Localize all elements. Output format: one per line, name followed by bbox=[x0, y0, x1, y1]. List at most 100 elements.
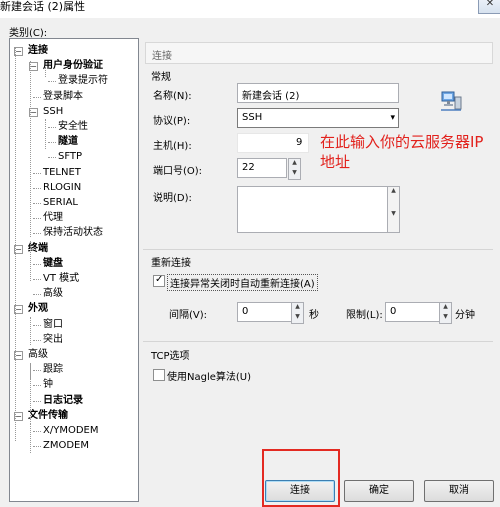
tree-connector bbox=[33, 96, 41, 98]
name-field[interactable]: 新建会话 (2) bbox=[237, 83, 399, 103]
chevron-down-icon: ▾ bbox=[390, 113, 395, 123]
tree-connector bbox=[33, 187, 41, 189]
tree-item[interactable]: 登录脚本 bbox=[43, 90, 83, 104]
protocol-value: SSH bbox=[242, 112, 263, 123]
reconnect-divider bbox=[143, 249, 493, 250]
tree-item[interactable]: VT 模式 bbox=[43, 272, 79, 286]
tcp-divider bbox=[143, 341, 493, 342]
scroll-down-icon[interactable]: ▼ bbox=[388, 210, 399, 233]
tree-item[interactable]: 日志记录 bbox=[43, 394, 83, 408]
tree-connector bbox=[33, 431, 41, 432]
protocol-select[interactable]: SSH ▾ bbox=[237, 108, 399, 128]
tcp-group-title: TCP选项 bbox=[151, 351, 190, 362]
tree-item[interactable]: 隧道 bbox=[58, 135, 78, 149]
name-value: 新建会话 (2) bbox=[242, 91, 300, 102]
cancel-button[interactable]: 取消 bbox=[424, 480, 494, 502]
host-label: 主机(H): bbox=[153, 141, 192, 152]
tree-item[interactable]: RLOGIN bbox=[43, 181, 81, 195]
connect-button[interactable]: 连接 bbox=[265, 480, 335, 502]
checkmark-icon: ✓ bbox=[155, 274, 164, 285]
tree-item[interactable]: 保持活动状态 bbox=[43, 226, 103, 240]
description-field[interactable] bbox=[237, 186, 389, 233]
tree-item[interactable]: 高级 bbox=[43, 287, 63, 301]
tree-item[interactable]: 安全性 bbox=[58, 120, 88, 134]
tree-item[interactable]: 终端 bbox=[28, 242, 48, 256]
limit-value: 0 bbox=[390, 306, 397, 317]
tree-item[interactable]: 窗口 bbox=[43, 318, 63, 332]
tree-connector bbox=[33, 172, 41, 174]
tree-connector bbox=[30, 364, 31, 424]
tree-item[interactable]: 文件传输 bbox=[28, 409, 68, 423]
interval-label: 间隔(V): bbox=[169, 310, 208, 321]
reconnect-group-title: 重新连接 bbox=[151, 258, 191, 269]
tree-connector bbox=[33, 385, 41, 387]
tree-item[interactable]: X/YMODEM bbox=[43, 424, 98, 438]
stepper-down-icon[interactable]: ▼ bbox=[440, 313, 451, 323]
tree-item[interactable]: 登录提示符 bbox=[58, 74, 108, 88]
port-stepper[interactable]: ▲ ▼ bbox=[288, 158, 301, 180]
port-label: 端口号(O): bbox=[153, 166, 203, 177]
tree-item[interactable]: SFTP bbox=[58, 150, 82, 164]
tree-item[interactable]: SERIAL bbox=[43, 196, 78, 210]
title-bar: 新建会话 (2)属性 ✕ bbox=[0, 0, 500, 18]
tree-connector bbox=[33, 324, 41, 326]
tree-item[interactable]: 钟 bbox=[43, 378, 53, 392]
stepper-up-icon[interactable]: ▲ bbox=[289, 159, 300, 169]
tree-connector bbox=[15, 47, 16, 441]
settings-pane: 连接 常规 名称(N): 新建会话 (2) 协议(P): SSH ▾ 主机(H)… bbox=[143, 38, 495, 500]
scroll-up-icon[interactable]: ▲ bbox=[388, 187, 399, 210]
stepper-up-icon[interactable]: ▲ bbox=[292, 303, 303, 313]
tree-connector bbox=[48, 142, 56, 144]
description-label: 说明(D): bbox=[153, 193, 192, 204]
tree-item[interactable]: TELNET bbox=[43, 166, 81, 180]
interval-field[interactable]: 0 bbox=[237, 302, 294, 322]
tree-connector bbox=[48, 81, 56, 83]
stepper-down-icon[interactable]: ▼ bbox=[292, 313, 303, 323]
category-label: 类别(C): bbox=[9, 28, 48, 39]
tree-item[interactable]: 用户身份验证 bbox=[43, 59, 103, 73]
limit-field[interactable]: 0 bbox=[385, 302, 442, 322]
tree-item[interactable]: 代理 bbox=[43, 211, 63, 225]
limit-stepper[interactable]: ▲ ▼ bbox=[439, 302, 452, 324]
description-scrollbar[interactable]: ▲ ▼ bbox=[387, 186, 400, 233]
tree-connector bbox=[33, 446, 41, 448]
tree-connector bbox=[33, 218, 41, 220]
tree-connector bbox=[45, 119, 46, 149]
limit-unit: 分钟 bbox=[455, 310, 475, 321]
nagle-checkbox-label[interactable]: 使用Nagle算法(U) bbox=[167, 368, 251, 383]
ok-button[interactable]: 确定 bbox=[344, 480, 414, 502]
category-tree[interactable]: − 连接 − 用户身份验证 登录提示符 登录脚本 − SSH 安全性 隧道 SFTP TELNET RL… bbox=[9, 38, 139, 502]
tree-connector bbox=[33, 400, 41, 402]
tree-item[interactable]: 连接 bbox=[28, 44, 48, 58]
tree-connector bbox=[33, 263, 41, 265]
tree-item[interactable]: 高级 bbox=[28, 348, 48, 362]
tree-item[interactable]: ZMODEM bbox=[43, 439, 89, 453]
tree-item[interactable]: 外观 bbox=[28, 302, 48, 316]
tree-item[interactable]: 突出 bbox=[43, 333, 63, 347]
tree-item[interactable]: SSH bbox=[43, 105, 63, 119]
stepper-down-icon[interactable]: ▼ bbox=[289, 169, 300, 179]
port-field[interactable]: 22 bbox=[237, 158, 287, 178]
tree-connector bbox=[30, 317, 31, 345]
tree-connector bbox=[33, 294, 41, 296]
tree-item[interactable]: 键盘 bbox=[43, 257, 63, 271]
reconnect-checkbox-label[interactable]: 连接异常关闭时自动重新连接(A) bbox=[167, 274, 318, 291]
tree-connector bbox=[30, 241, 31, 281]
tree-connector bbox=[33, 203, 41, 204]
host-field[interactable]: 9 bbox=[237, 133, 309, 153]
breadcrumb: 连接 bbox=[145, 42, 493, 64]
stepper-up-icon[interactable]: ▲ bbox=[440, 303, 451, 313]
reconnect-checkbox[interactable]: ✓ bbox=[153, 274, 165, 287]
close-icon[interactable]: ✕ bbox=[479, 0, 500, 10]
tree-item[interactable]: 跟踪 bbox=[43, 363, 63, 377]
tree-connector bbox=[48, 157, 56, 159]
window-title: 新建会话 (2)属性 bbox=[0, 0, 86, 13]
nagle-checkbox[interactable] bbox=[153, 369, 165, 381]
protocol-label: 协议(P): bbox=[153, 116, 191, 127]
close-button[interactable]: ✕ bbox=[478, 0, 500, 14]
tree-connector bbox=[33, 233, 41, 235]
tree-connector bbox=[33, 279, 41, 280]
annotation-line-1: 在此输入你的云服务器IP bbox=[320, 133, 484, 151]
limit-label: 限制(L): bbox=[346, 310, 383, 321]
interval-stepper[interactable]: ▲ ▼ bbox=[291, 302, 304, 324]
